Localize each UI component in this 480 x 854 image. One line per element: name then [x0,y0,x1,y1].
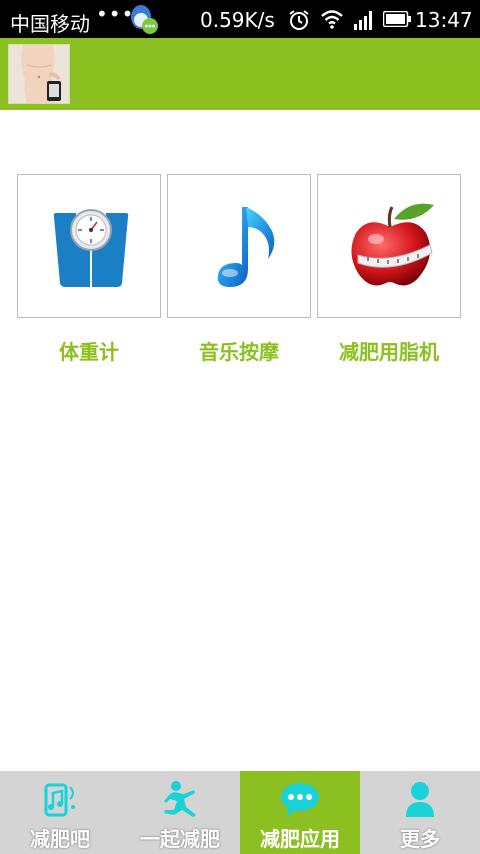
qq-icon [131,5,158,34]
person-icon [406,782,434,817]
signal-icon [354,11,372,30]
scale-app-card[interactable] [17,174,161,318]
alarm-icon [289,10,309,30]
carrier-name: 中国移动 [10,12,90,36]
chat-bubble-icon [281,783,319,817]
running-person-icon [164,781,196,817]
avatar-image [9,45,69,103]
music-note-icon [217,207,275,287]
nav-label: 更多 [400,827,440,851]
nav-tab-yiqi-jianfei[interactable]: 一起减肥 [120,771,240,854]
status-bar: 中国移动 ••• 0.59K/s 13:47 [0,0,480,38]
nav-tab-jianfei-yingyong[interactable]: 减肥应用 [240,771,360,854]
clock-time: 13:47 [415,8,473,32]
nav-label: 减肥应用 [260,827,340,851]
scale-icon [53,209,129,287]
scale-app-label[interactable]: 体重计 [17,336,161,365]
bottom-navigation: 减肥吧 一起减肥 减肥应用 更多 [0,771,480,854]
fat-machine-app-label[interactable]: 减肥用脂机 [317,336,461,365]
nav-tab-jianfei-ba[interactable]: 减肥吧 [0,771,120,854]
battery-icon [383,11,411,27]
fat-machine-app-card[interactable] [317,174,461,318]
nav-tab-more[interactable]: 更多 [360,771,480,854]
nav-label: 一起减肥 [140,827,220,851]
network-speed: 0.59K/s [200,8,275,32]
nav-label: 减肥吧 [30,827,90,851]
music-phone-icon [44,783,75,817]
music-massage-app-card[interactable] [167,174,311,318]
avatar[interactable] [8,44,70,104]
apple-tape-icon [351,203,434,286]
app-header [0,38,480,110]
wifi-icon [321,10,343,29]
music-massage-app-label[interactable]: 音乐按摩 [167,336,311,365]
